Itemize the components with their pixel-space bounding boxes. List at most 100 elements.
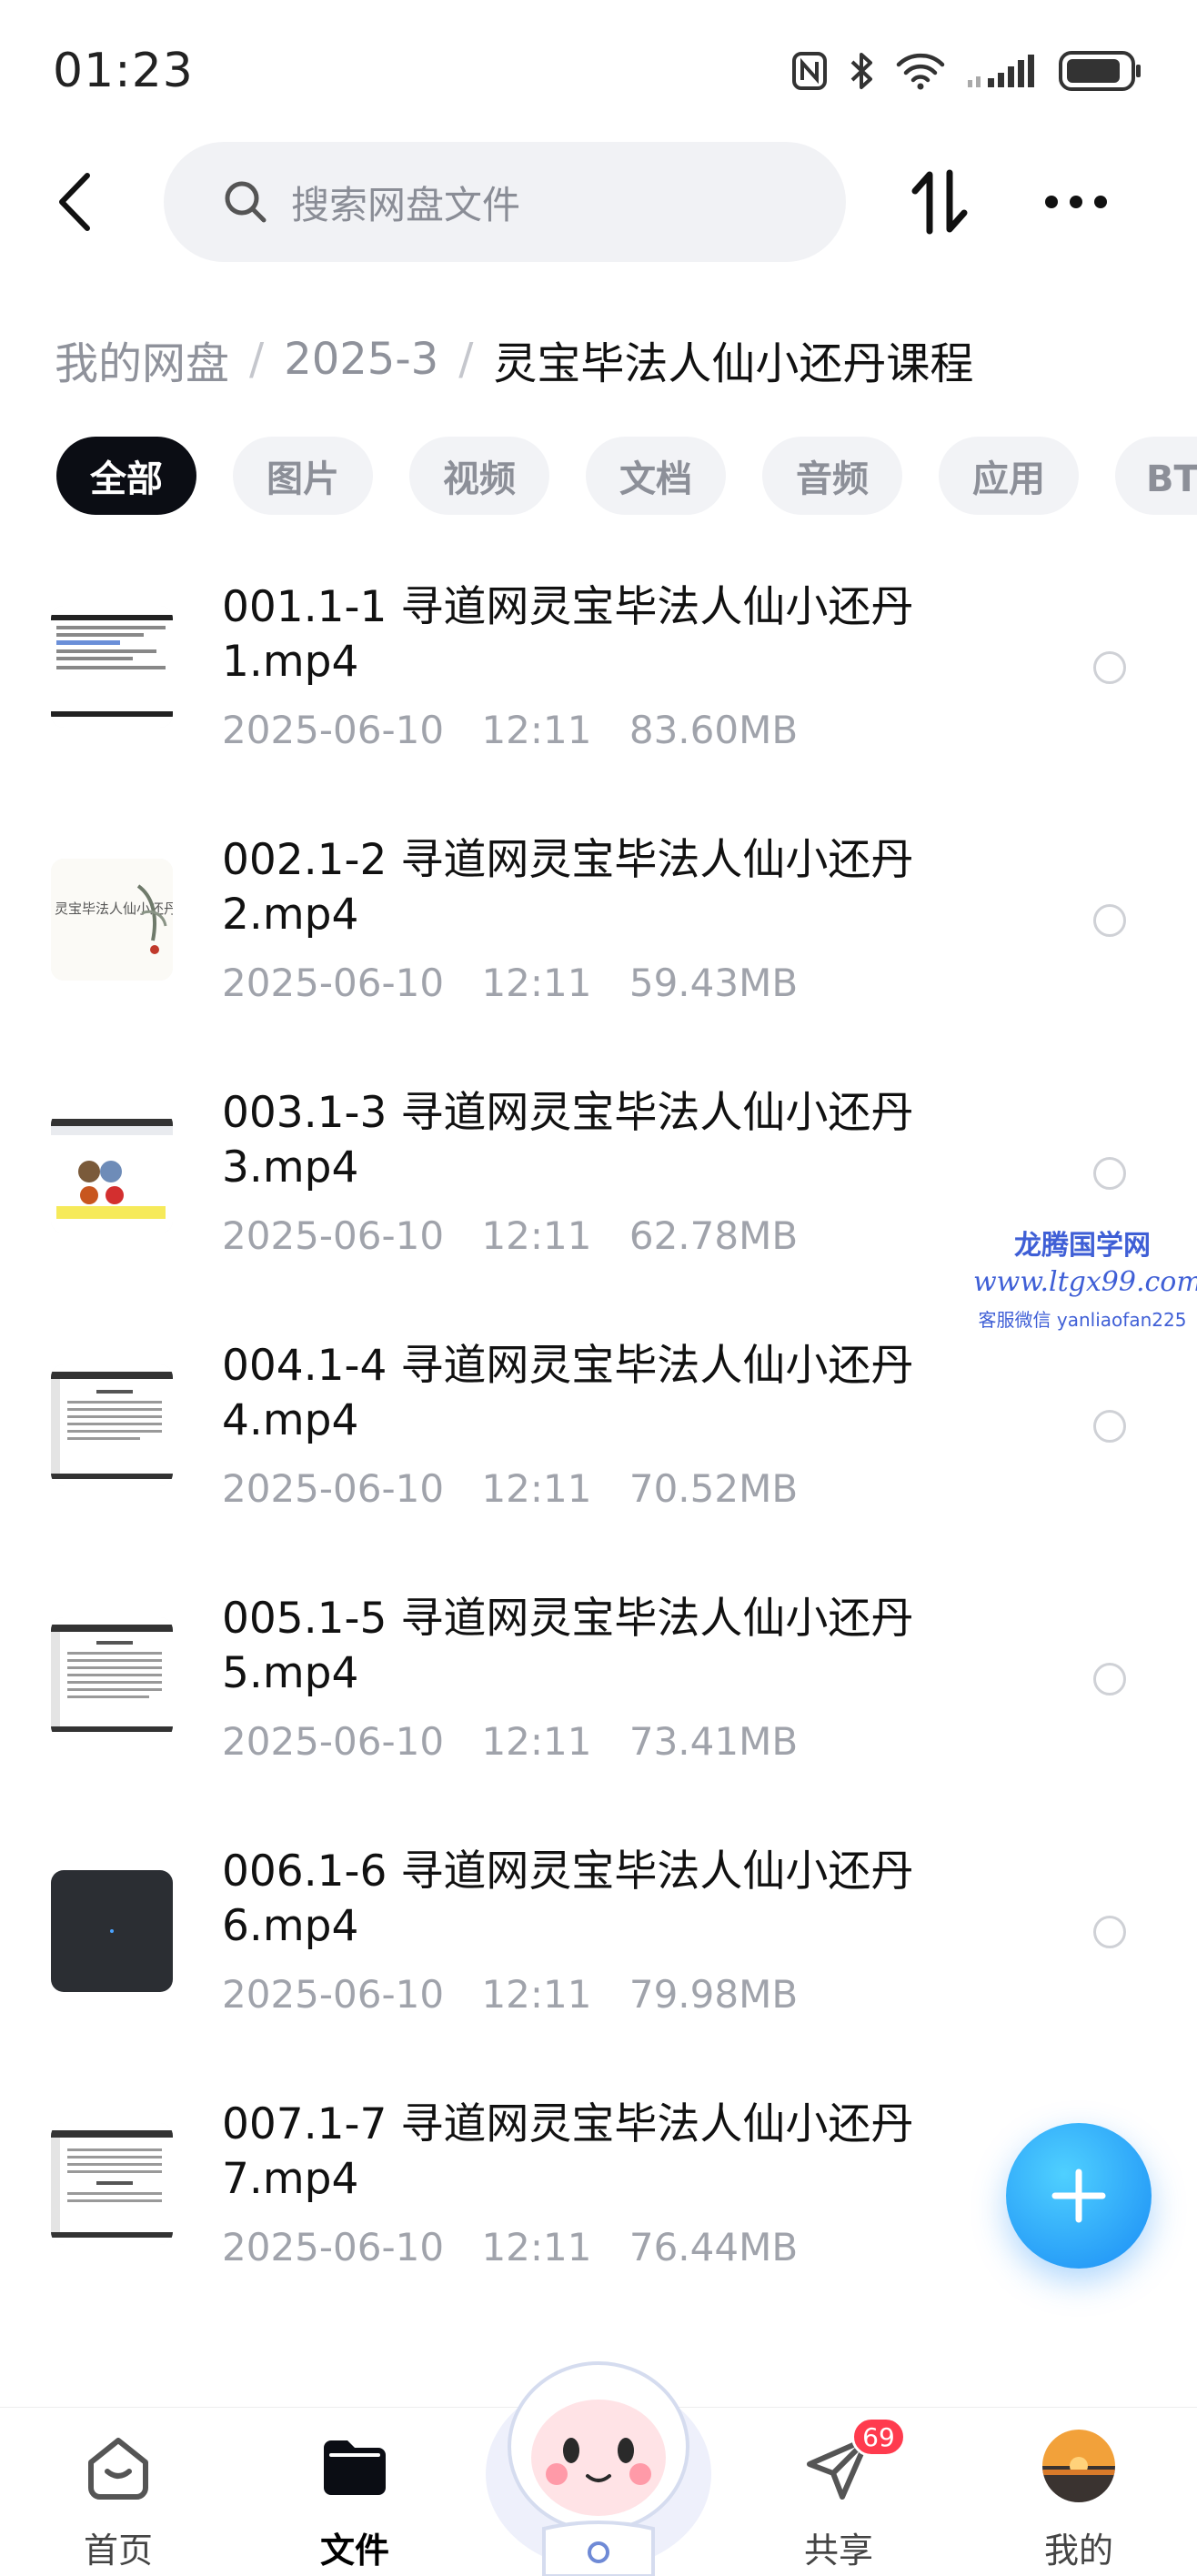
select-checkbox[interactable] — [1093, 904, 1126, 937]
watermark: 龙腾国学网 www.ltgx99.com 客服微信 yanliaofan225 — [973, 1223, 1197, 1332]
mascot-icon — [486, 2361, 711, 2576]
video-thumbnail — [51, 1364, 173, 1486]
filter-tabs: 全部 图片 视频 文档 音频 应用 BT种子 — [56, 437, 1197, 515]
nav-mine-label: 我的 — [1043, 2531, 1113, 2571]
file-date: 2025-06-10 — [222, 1719, 445, 1764]
file-meta: 2025-06-10 12:11 73.41MB — [222, 1719, 798, 1764]
chevron-left-icon — [59, 173, 90, 231]
file-name: 003.1-3 寻道网灵宝毕法人仙小还丹3.mp4 — [222, 1088, 914, 1192]
search-icon — [225, 181, 267, 223]
file-time: 12:11 — [481, 1213, 592, 1258]
file-date: 2025-06-10 — [222, 2225, 445, 2269]
video-thumbnail: 灵宝毕法人仙小还丹 — [51, 859, 173, 981]
file-row[interactable]: 004.1-4 寻道网灵宝毕法人仙小还丹4.mp4 2025-06-10 12:… — [0, 1304, 1197, 1557]
file-time: 12:11 — [481, 2225, 592, 2269]
status-bar: 01:23 — [0, 0, 1197, 136]
home-icon — [88, 2438, 148, 2500]
file-date: 2025-06-10 — [222, 708, 445, 752]
tab-all[interactable]: 全部 — [56, 437, 196, 515]
back-button[interactable] — [45, 164, 104, 240]
video-thumbnail — [51, 2123, 173, 2245]
video-thumbnail — [51, 1112, 173, 1233]
file-size: 62.78MB — [629, 1213, 799, 1258]
tab-audio[interactable]: 音频 — [762, 437, 902, 515]
breadcrumb-folder[interactable]: 2025-3 — [284, 334, 438, 385]
file-row[interactable]: 灵宝毕法人仙小还丹 002.1-2 寻道网灵宝毕法人仙小还丹2.mp4 2025… — [0, 799, 1197, 1052]
nav-mine[interactable]: 我的 — [1006, 2408, 1152, 2576]
video-thumbnail — [51, 606, 173, 728]
file-list: 001.1-1 寻道网灵宝毕法人仙小还丹1.mp4 2025-06-10 12:… — [0, 546, 1197, 2316]
watermark-url: www.ltgx99.com — [973, 1266, 1197, 1298]
nav-share[interactable]: 69 共享 — [766, 2408, 911, 2576]
wifi-icon — [896, 53, 945, 90]
status-time: 01:23 — [53, 44, 194, 98]
more-dots-icon — [1045, 196, 1107, 208]
bluetooth-icon — [850, 53, 872, 89]
file-meta: 2025-06-10 12:11 70.52MB — [222, 1466, 798, 1511]
share-badge: 69 — [851, 2417, 906, 2457]
file-size: 76.44MB — [629, 2225, 799, 2269]
nav-share-label: 共享 — [803, 2531, 873, 2571]
file-size: 59.43MB — [629, 961, 799, 1005]
file-name: 004.1-4 寻道网灵宝毕法人仙小还丹4.mp4 — [222, 1341, 914, 1445]
search-input[interactable]: 搜索网盘文件 — [164, 142, 846, 262]
file-row[interactable]: 006.1-6 寻道网灵宝毕法人仙小还丹6.mp4 2025-06-10 12:… — [0, 1810, 1197, 2063]
file-row[interactable]: 005.1-5 寻道网灵宝毕法人仙小还丹5.mp4 2025-06-10 12:… — [0, 1557, 1197, 1810]
more-options-button[interactable] — [1042, 182, 1110, 222]
breadcrumb: 我的网盘 / 2025-3 / 灵宝毕法人仙小还丹课程 — [55, 327, 973, 391]
file-date: 2025-06-10 — [222, 1466, 445, 1511]
search-placeholder: 搜索网盘文件 — [291, 182, 521, 227]
video-thumbnail — [51, 1617, 173, 1739]
breadcrumb-current: 灵宝毕法人仙小还丹课程 — [493, 338, 974, 389]
file-date: 2025-06-10 — [222, 1972, 445, 2017]
watermark-contact: 客服微信 yanliaofan225 — [978, 1309, 1187, 1331]
tab-videos[interactable]: 视频 — [409, 437, 549, 515]
select-checkbox[interactable] — [1093, 1410, 1126, 1443]
nav-files-label: 文件 — [319, 2531, 389, 2571]
status-icons — [791, 44, 1142, 98]
select-checkbox[interactable] — [1093, 1157, 1126, 1190]
nav-home[interactable]: 首页 — [45, 2408, 191, 2576]
file-meta: 2025-06-10 12:11 79.98MB — [222, 1972, 798, 2017]
file-name: 002.1-2 寻道网灵宝毕法人仙小还丹2.mp4 — [222, 835, 914, 940]
file-time: 12:11 — [481, 1972, 592, 2017]
file-name: 005.1-5 寻道网灵宝毕法人仙小还丹5.mp4 — [222, 1594, 914, 1698]
file-time: 12:11 — [481, 1719, 592, 1764]
file-name: 006.1-6 寻道网灵宝毕法人仙小还丹6.mp4 — [222, 1846, 914, 1951]
select-checkbox[interactable] — [1093, 1663, 1126, 1696]
avatar — [1042, 2430, 1115, 2502]
battery-icon — [1059, 51, 1141, 91]
breadcrumb-root[interactable]: 我的网盘 — [55, 327, 229, 391]
file-row[interactable]: 001.1-1 寻道网灵宝毕法人仙小还丹1.mp4 2025-06-10 12:… — [0, 546, 1197, 799]
select-checkbox[interactable] — [1093, 1916, 1126, 1948]
file-size: 83.60MB — [629, 708, 799, 752]
add-button[interactable] — [1006, 2123, 1152, 2269]
video-thumbnail — [51, 1870, 173, 1992]
file-meta: 2025-06-10 12:11 76.44MB — [222, 2225, 798, 2269]
tab-bt-seeds[interactable]: BT种子 — [1115, 437, 1197, 515]
nav-files[interactable]: 文件 — [282, 2408, 428, 2576]
file-name: 007.1-7 寻道网灵宝毕法人仙小还丹7.mp4 — [222, 2099, 914, 2204]
file-time: 12:11 — [481, 1466, 592, 1511]
tab-images[interactable]: 图片 — [233, 437, 373, 515]
file-date: 2025-06-10 — [222, 961, 445, 1005]
nfc-icon — [792, 52, 827, 90]
file-meta: 2025-06-10 12:11 83.60MB — [222, 708, 798, 752]
sort-arrows-icon — [911, 169, 968, 235]
file-size: 79.98MB — [629, 1972, 799, 2017]
tab-apps[interactable]: 应用 — [939, 437, 1079, 515]
select-checkbox[interactable] — [1093, 651, 1126, 684]
signal-icon — [968, 55, 1034, 87]
folder-icon — [324, 2440, 386, 2495]
tab-documents[interactable]: 文档 — [586, 437, 726, 515]
file-time: 12:11 — [481, 708, 592, 752]
sort-button[interactable] — [908, 166, 973, 238]
file-size: 73.41MB — [629, 1719, 799, 1764]
ai-assistant-mascot[interactable] — [480, 2338, 717, 2576]
breadcrumb-separator: / — [458, 334, 474, 385]
file-size: 70.52MB — [629, 1466, 799, 1511]
file-time: 12:11 — [481, 961, 592, 1005]
file-name: 001.1-1 寻道网灵宝毕法人仙小还丹1.mp4 — [222, 582, 914, 687]
file-date: 2025-06-10 — [222, 1213, 445, 1258]
watermark-title: 龙腾国学网 — [1014, 1230, 1151, 1262]
